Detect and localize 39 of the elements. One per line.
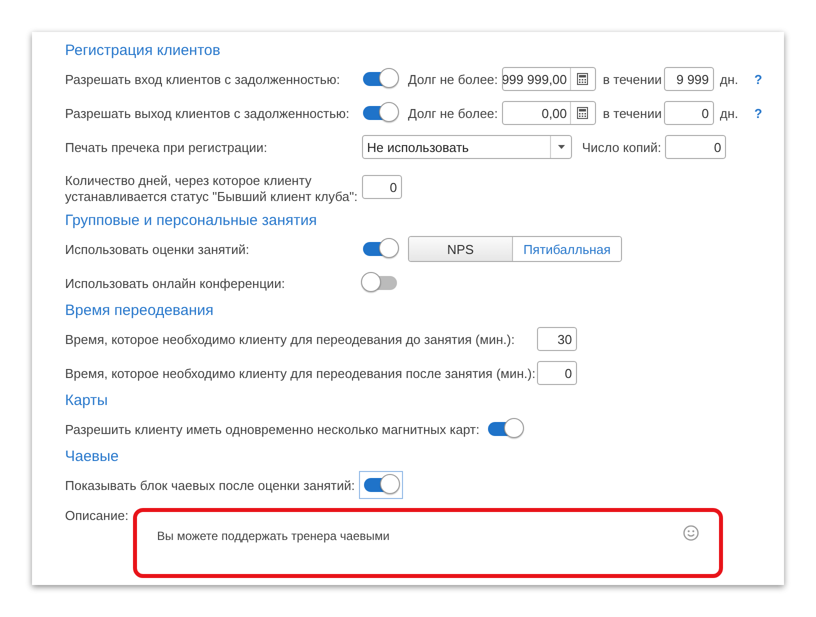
rating-option[interactable]: Пятибалльная (512, 237, 621, 261)
setting-label: Печать пречека при регистрации: (65, 140, 268, 154)
help-link[interactable]: ? (754, 106, 762, 120)
smiley-icon[interactable] (683, 525, 699, 541)
setting-label: Использовать оценки занятий: (65, 242, 250, 256)
days-field[interactable]: 0 (664, 101, 714, 125)
debt-field[interactable]: 0,00 (502, 101, 596, 125)
section-heading: Карты (65, 391, 109, 411)
debt-label: Долг не более: (408, 106, 498, 120)
setting-label: Показывать блок чаевых после оценки занятий: (65, 478, 355, 492)
setting-label: Разрешить клиенту иметь одновременно несколько магнитных карт: (65, 422, 480, 436)
setting-label: Описание: (65, 508, 130, 523)
section-heading: Время переодевания (65, 301, 214, 321)
days-unit: дн. (720, 106, 738, 120)
debt-label: Долг не более: (408, 72, 498, 86)
setting-label: Время, которое необходимо клиенту для переодевания до занятия (мин.): (65, 332, 516, 346)
copies-field[interactable]: 0 (665, 135, 726, 159)
minutes-field[interactable]: 30 (537, 327, 577, 351)
section-heading: Чаевые (65, 447, 120, 467)
setting-label: Количество дней, через которое клиенту устанавливается статус "Бывший клиент клуба": (65, 172, 359, 205)
setting-label: Разрешать вход клиентов с задолженностью: (65, 72, 342, 86)
period-label: в течении (602, 106, 663, 120)
days-unit: дн. (720, 72, 738, 86)
caret-icon[interactable] (558, 145, 564, 149)
copies-label: Число копий: (582, 140, 662, 154)
setting-label: Использовать онлайн конференции: (65, 276, 286, 290)
minutes-field[interactable]: 0 (537, 361, 577, 385)
setting-label: Разрешать выход клиентов с задолженностью: (65, 106, 350, 120)
days-field[interactable]: 0 (362, 175, 402, 199)
section-heading: Групповые и персональные занятия (65, 211, 318, 231)
rating-option[interactable]: NPS (409, 237, 512, 261)
print-dropdown[interactable]: Не использовать (362, 135, 572, 159)
days-field[interactable]: 9 999 (664, 67, 714, 91)
section-heading: Регистрация клиентов (65, 41, 222, 61)
description-field[interactable]: Вы можете поддержать тренера чаевыми (133, 508, 723, 578)
help-link[interactable]: ? (754, 72, 762, 86)
setting-label: Время, которое необходимо клиенту для переодевания после занятия (мин.): (65, 366, 536, 380)
period-label: в течении (602, 72, 663, 86)
description-text: Вы можете поддержать тренера чаевыми (157, 529, 390, 543)
